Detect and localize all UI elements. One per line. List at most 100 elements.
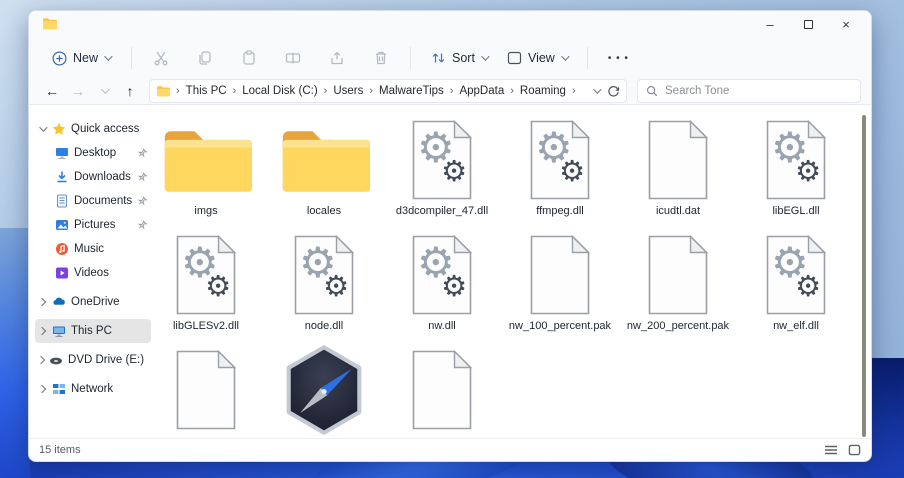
breadcrumb-item[interactable]: This PC: [184, 84, 229, 98]
address-bar[interactable]: › This PC › Local Disk (C:) › Users › MalwareTi…: [149, 79, 627, 103]
file-name-label: libEGL.dll: [772, 205, 820, 217]
up-button[interactable]: ↑: [117, 79, 143, 103]
sidebar-item-this-pc[interactable]: This PC: [35, 319, 151, 343]
file-icon: [176, 350, 236, 430]
sidebar-item-label: Pictures: [74, 219, 116, 231]
gear-icon: ⚙: [441, 154, 467, 188]
breadcrumb-separator: ›: [510, 85, 514, 97]
sidebar-item-quick-access[interactable]: Quick access: [35, 117, 151, 141]
status-bar: 15 items: [29, 438, 871, 461]
search-input[interactable]: Search Tone: [637, 79, 861, 103]
chevron-right-icon[interactable]: [37, 384, 47, 394]
delete-button[interactable]: [364, 43, 398, 73]
sidebar-item-label: This PC: [71, 325, 112, 337]
sidebar-item-videos[interactable]: Videos: [53, 261, 151, 285]
chevron-right-icon[interactable]: [36, 355, 45, 365]
sidebar-item-network[interactable]: Network: [35, 377, 151, 401]
file-item[interactable]: ⚙ ⚙ node.dll: [265, 224, 383, 339]
file-item[interactable]: ⚙ ⚙ nw.dll: [383, 224, 501, 339]
dll-file-icon: ⚙ ⚙: [176, 235, 236, 315]
downloads-icon: [55, 170, 69, 184]
cut-button[interactable]: [144, 43, 178, 73]
dll-file-icon: ⚙ ⚙: [766, 120, 826, 200]
file-name-label: nw_100_percent.pak: [508, 320, 612, 332]
gear-icon: ⚙: [795, 269, 821, 303]
file-item[interactable]: ⚙ ⚙ libGLESv2.dll: [151, 224, 265, 339]
sidebar-item-dvd-drive-e-cdrc[interactable]: DVD Drive (E:) CDRC: [35, 348, 151, 372]
file-item[interactable]: ⚙ ⚙ ffmpeg.dll: [501, 109, 619, 224]
dll-file-icon: ⚙ ⚙: [530, 120, 590, 200]
hexagon-app-icon: [286, 345, 362, 435]
folder-icon: [282, 131, 370, 192]
folder-item[interactable]: imgs: [151, 109, 265, 224]
maximize-button[interactable]: [789, 11, 827, 37]
file-item[interactable]: [151, 339, 265, 437]
breadcrumb-item[interactable]: Roaming: [518, 84, 568, 98]
details-view-icon[interactable]: [824, 444, 838, 456]
rename-button[interactable]: [276, 43, 310, 73]
vertical-scrollbar[interactable]: [862, 115, 866, 437]
chevron-right-icon[interactable]: [37, 297, 47, 307]
wallpaper-petal: [0, 228, 30, 478]
file-item[interactable]: icudtl.dat: [619, 109, 737, 224]
pin-icon: [137, 148, 147, 158]
file-item[interactable]: ⚙ ⚙ libEGL.dll: [737, 109, 855, 224]
file-item[interactable]: ⚙ ⚙ d3dcompiler_47.dll: [383, 109, 501, 224]
file-icon: [648, 235, 708, 315]
file-item[interactable]: nw_100_percent.pak: [501, 224, 619, 339]
view-button[interactable]: View: [499, 46, 575, 70]
large-icons-view-icon[interactable]: [848, 444, 861, 456]
more-options-button[interactable]: • • •: [600, 48, 637, 69]
file-name-label: imgs: [194, 205, 218, 217]
file-item[interactable]: [265, 339, 383, 437]
dll-file-icon: ⚙ ⚙: [766, 235, 826, 315]
new-button[interactable]: New: [43, 46, 119, 71]
sort-icon: [432, 53, 445, 63]
breadcrumb-separator: ›: [369, 85, 374, 97]
recent-locations-button[interactable]: [91, 79, 117, 103]
breadcrumb-item[interactable]: MalwareTips: [377, 84, 446, 98]
titlebar[interactable]: – ×: [29, 11, 871, 37]
pictures-icon: [55, 218, 69, 232]
command-bar: New Sort View • • •: [29, 39, 871, 77]
refresh-icon[interactable]: [607, 85, 620, 98]
sidebar-item-label: Quick access: [71, 123, 140, 135]
chevron-right-icon[interactable]: [37, 326, 47, 336]
file-item[interactable]: ⚙ ⚙ nw_elf.dll: [737, 224, 855, 339]
forward-button[interactable]: →: [65, 79, 91, 103]
chevron-down-icon[interactable]: [37, 123, 48, 132]
sidebar-item-onedrive[interactable]: OneDrive: [35, 290, 151, 314]
file-icon: [530, 235, 590, 315]
file-name-label: locales: [306, 205, 342, 217]
copy-button[interactable]: [188, 43, 222, 73]
breadcrumb-item[interactable]: Users: [331, 84, 365, 98]
breadcrumb-separator: ›: [323, 85, 328, 97]
sidebar-item-pictures[interactable]: Pictures: [53, 213, 151, 237]
pin-icon: [137, 220, 147, 230]
folder-icon: [157, 86, 170, 97]
dvd-icon: [49, 353, 63, 367]
folder-item[interactable]: locales: [265, 109, 383, 224]
sidebar-item-downloads[interactable]: Downloads: [53, 165, 151, 189]
paste-button[interactable]: [232, 43, 266, 73]
toolbar-divider: [410, 47, 412, 69]
sidebar-item-documents[interactable]: Documents: [53, 189, 151, 213]
breadcrumb-separator: ›: [571, 85, 576, 97]
breadcrumb-item[interactable]: AppData: [457, 84, 506, 98]
close-button[interactable]: ×: [827, 11, 865, 37]
breadcrumb-item[interactable]: Local Disk (C:): [240, 84, 319, 98]
share-button[interactable]: [320, 43, 354, 73]
file-name-label: icudtl.dat: [655, 205, 701, 217]
sidebar-item-label: Downloads: [74, 171, 131, 183]
sidebar-item-music[interactable]: Music: [53, 237, 151, 261]
address-dropdown-icon[interactable]: [593, 85, 602, 94]
sort-button[interactable]: Sort: [423, 46, 495, 70]
view-button-label: View: [527, 51, 555, 65]
file-name-label: nw_elf.dll: [773, 320, 819, 332]
file-item[interactable]: nw_200_percent.pak: [619, 224, 737, 339]
sidebar-item-desktop[interactable]: Desktop: [53, 141, 151, 165]
file-item[interactable]: [383, 339, 501, 437]
address-row: ← → ↑ › This PC › Local Disk (C:) › Users › Mal…: [29, 77, 871, 105]
minimize-button[interactable]: –: [751, 11, 789, 37]
back-button[interactable]: ←: [39, 79, 65, 103]
